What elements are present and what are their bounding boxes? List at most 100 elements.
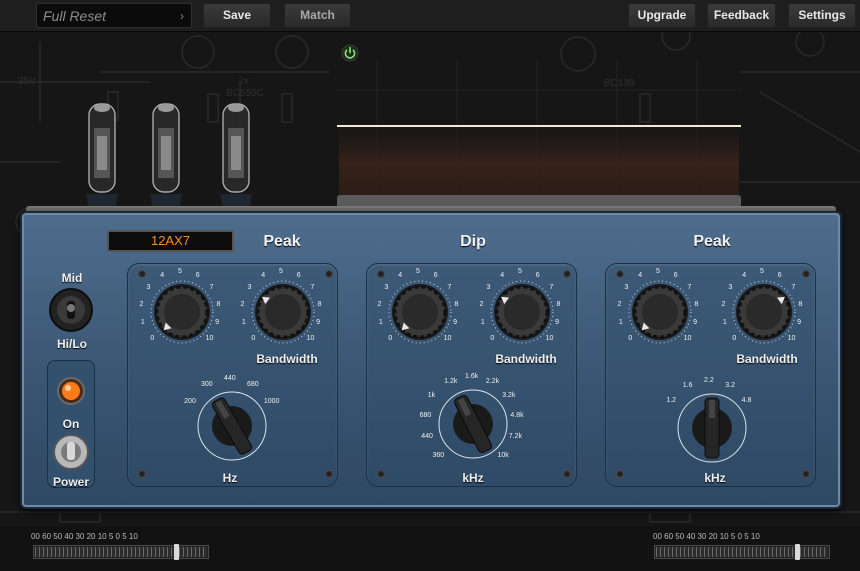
band-2-bandwidth-knob-tick: 5	[518, 268, 522, 275]
screw	[377, 270, 385, 278]
tube-type-display[interactable]: 12AX7	[107, 230, 234, 252]
band-1-bandwidth-knob-tick: 5	[279, 268, 283, 275]
band-3-bandwidth-knob-tick: 8	[798, 300, 803, 308]
vacuum-tube-3	[220, 103, 252, 214]
band-3-freq-selector-tick: 1.6	[682, 382, 693, 390]
band-2-gain-knob[interactable]	[388, 280, 452, 344]
band-3-gain-knob-tick: 9	[693, 319, 697, 327]
band-2-bandwidth-knob-tick: 8	[556, 300, 561, 308]
band-3-gain-knob[interactable]	[628, 280, 692, 344]
band-2-bandwidth-knob[interactable]	[490, 280, 554, 344]
match-button[interactable]: Match	[284, 3, 351, 28]
band-2-freq-selector-tick: 680	[419, 411, 432, 419]
band-1-freq-selector[interactable]	[196, 390, 268, 462]
band-2-bandwidth-knob-tick: 9	[555, 319, 559, 327]
screw	[325, 470, 333, 478]
band-2-bandwidth-knob-tick: 6	[535, 272, 540, 280]
band-3-gain-knob-tick: 1	[618, 319, 623, 327]
band-2-gain-knob-tick: 4	[398, 272, 403, 280]
output-meter-thumb[interactable]	[795, 544, 800, 560]
input-meter-scale: 00 60 50 40 30 20 10 5 0 5 10	[31, 532, 138, 541]
upgrade-button[interactable]: Upgrade	[628, 3, 696, 28]
band-2-freq-selector-tick: 440	[421, 433, 433, 441]
band-2-freq-selector-tick: 2.2k	[485, 378, 500, 385]
band-3-bandwidth-label: Bandwidth	[736, 352, 798, 366]
band-2-freq-selector[interactable]	[437, 388, 509, 460]
screw	[138, 470, 146, 478]
band-2-title: Dip	[460, 233, 486, 250]
band-3-bandwidth-knob-tick: 1	[722, 319, 727, 327]
screw	[616, 270, 624, 278]
vacuum-tube-2	[150, 103, 182, 214]
band-1-bandwidth-knob-tick: 4	[261, 272, 266, 280]
band-3-freq-selector-tick: 2.2	[704, 377, 714, 384]
power-toggle-switch[interactable]	[52, 432, 90, 472]
output-level-meter[interactable]	[654, 544, 830, 560]
band-1-freq-selector-tick: 200	[184, 398, 196, 405]
band-1-gain-knob-tick: 1	[140, 319, 145, 327]
input-level-meter[interactable]	[33, 544, 209, 560]
band-1-gain-knob-tick: 6	[195, 272, 200, 280]
preset-name: Full Reset	[43, 8, 107, 24]
band-2-gain-knob-tick: 9	[453, 319, 457, 327]
screw	[138, 270, 146, 278]
input-meter-thumb[interactable]	[174, 544, 179, 560]
band-2-gain-knob-tick: 5	[416, 268, 420, 275]
band-2-freq-selector-tick: 1.6k	[465, 373, 479, 380]
band-3-bandwidth-knob-tick: 9	[797, 319, 801, 327]
band-1-bandwidth-knob-tick: 9	[316, 319, 320, 327]
band-1-gain-knob-tick: 4	[160, 272, 165, 280]
band-3-freq-selector-tick: 1.2	[666, 396, 677, 404]
band-3-gain-knob-tick: 6	[673, 272, 678, 280]
settings-button[interactable]: Settings	[788, 3, 856, 28]
band-1-gain-knob-tick: 2	[139, 300, 144, 308]
band-2-freq-unit: kHz	[462, 471, 484, 485]
band-1-gain-knob[interactable]	[150, 280, 214, 344]
band-2-freq-selector-tick: 1.2k	[444, 378, 458, 385]
band-3-gain-knob-tick: 2	[617, 300, 622, 308]
screw	[325, 270, 333, 278]
screw	[616, 470, 624, 478]
feedback-button[interactable]: Feedback	[707, 3, 776, 28]
band-3-freq-unit: kHz	[704, 471, 726, 485]
band-1-bandwidth-knob-tick: 8	[317, 300, 322, 308]
on-label: On	[62, 417, 80, 431]
band-3-bandwidth-knob-tick: 5	[760, 268, 764, 275]
mid-hilo-switch[interactable]	[48, 287, 94, 333]
band-2-freq-selector-tick: 4.8k	[510, 411, 524, 419]
band-1-freq-selector-tick: 300	[201, 381, 213, 389]
band-3-title: Peak	[693, 233, 731, 250]
preset-selector[interactable]: Full Reset ›	[36, 3, 192, 28]
band-3-bandwidth-knob-tick: 2	[721, 300, 726, 308]
band-1-title: Peak	[263, 233, 301, 250]
band-1-gain-knob-tick: 5	[178, 268, 182, 275]
screw	[802, 270, 810, 278]
band-2-gain-knob-tick: 2	[377, 300, 382, 308]
band-1-bandwidth-knob-tick: 6	[296, 272, 301, 280]
vacuum-tube-1	[86, 103, 118, 214]
chevron-right-icon: ›	[180, 9, 184, 23]
band-3-bandwidth-knob[interactable]	[732, 280, 796, 344]
band-1-bandwidth-knob-tick: 2	[240, 300, 245, 308]
band-1-bandwidth-label: Bandwidth	[256, 352, 318, 366]
output-meter-scale: 00 60 50 40 30 20 10 5 0 5 10	[653, 532, 760, 541]
top-toolbar: Full Reset › Save Match Upgrade Feedback…	[0, 0, 860, 32]
band-3-gain-knob-tick: 8	[694, 300, 699, 308]
schematic-label-2x: 2x	[238, 76, 249, 87]
screw	[563, 270, 571, 278]
save-button[interactable]: Save	[203, 3, 271, 28]
screw	[377, 470, 385, 478]
band-2-gain-knob-tick: 8	[454, 300, 459, 308]
band-3-bandwidth-knob-tick: 6	[777, 272, 782, 280]
power-label: Power	[52, 475, 89, 489]
band-1-freq-unit: Hz	[222, 471, 238, 485]
band-1-gain-knob-tick: 8	[216, 300, 221, 308]
band-1-bandwidth-knob[interactable]	[251, 280, 315, 344]
mid-label: Mid	[61, 271, 83, 285]
band-3-freq-selector[interactable]	[676, 392, 748, 464]
band-2-bandwidth-label: Bandwidth	[495, 352, 557, 366]
band-3-gain-knob-tick: 4	[638, 272, 643, 280]
power-lamp	[57, 377, 85, 405]
band-1-gain-knob-tick: 9	[215, 319, 219, 327]
screw	[802, 470, 810, 478]
